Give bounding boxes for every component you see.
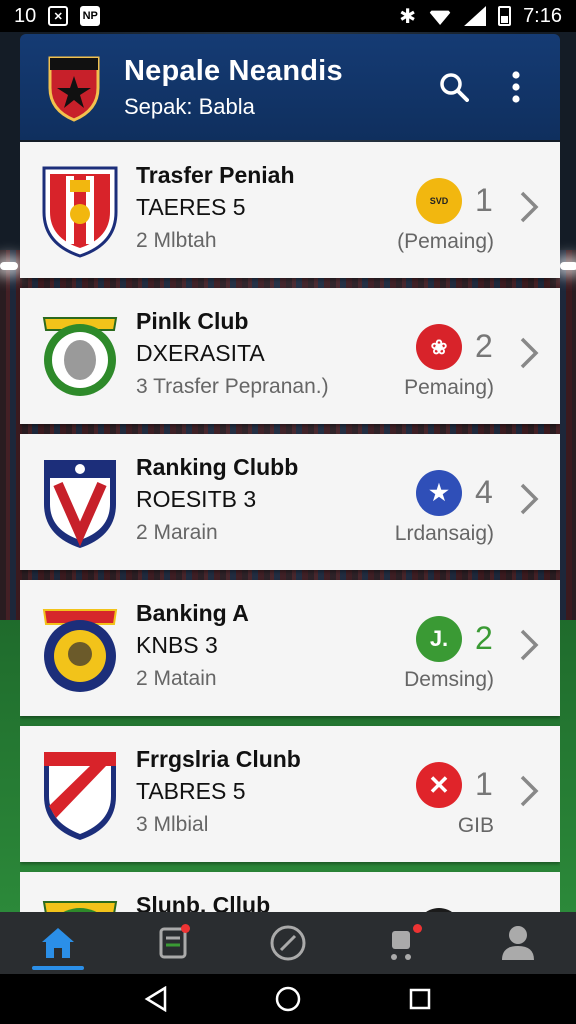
np-notification-icon: NP: [80, 6, 101, 26]
home-system-button[interactable]: [268, 979, 308, 1019]
club-meta: 3 Mlbial: [136, 813, 209, 836]
club-name: Banking A: [136, 600, 249, 626]
runner-badge-icon: ★: [416, 470, 462, 516]
club-detail: DXERASITA: [136, 340, 265, 366]
club-meta: 2 Marain: [136, 521, 218, 544]
app-title: Nepale Neandis: [124, 54, 343, 87]
app-subtitle: Sepak: Babla: [124, 93, 255, 119]
club-count: 2: [475, 620, 493, 656]
list-item[interactable]: Ranking Clubb ROESITB 3 2 Marain ★ 4 Lrd…: [20, 434, 560, 570]
list-item[interactable]: Slunb, Cllub: [20, 872, 560, 912]
club-meta: 2 Mlbtah: [136, 229, 217, 252]
chevron-right-icon: [520, 191, 539, 223]
club-crest-blue-icon: [44, 460, 116, 548]
bottom-navigation: [0, 912, 576, 974]
back-button[interactable]: [136, 979, 176, 1019]
club-state: (Pemaing): [397, 230, 494, 253]
club-crest-stripes-icon: [44, 752, 116, 840]
more-vert-icon: [512, 71, 520, 103]
chevron-right-icon: [520, 629, 539, 661]
club-crest-green-icon: [42, 317, 118, 396]
club-detail: TAERES 5: [136, 194, 246, 220]
status-badge-icon: ❀: [416, 324, 462, 370]
list-item[interactable]: Pinlk Club DXERASITA 3 Trasfer Pepranan.…: [20, 288, 560, 424]
search-button[interactable]: [434, 67, 474, 107]
match-ball-icon: [270, 925, 306, 961]
club-meta: 2 Matain: [136, 667, 217, 690]
image-notification-icon: ✕: [48, 6, 69, 26]
club-state: GIB: [457, 814, 494, 837]
nav-matches[interactable]: [248, 912, 328, 974]
close-badge-icon: ✕: [416, 762, 462, 808]
nav-transfers[interactable]: [133, 912, 213, 974]
club-detail: TABRES 5: [136, 778, 246, 804]
search-icon: [440, 73, 469, 102]
club-state: Pemaing): [404, 376, 494, 399]
recents-button[interactable]: [400, 979, 440, 1019]
club-crest-gold-icon: [42, 609, 118, 692]
chevron-right-icon: [520, 337, 539, 369]
club-name: Frrgslria Clunb: [136, 746, 301, 772]
nav-notifications[interactable]: [363, 912, 443, 974]
signal-icon: [464, 6, 487, 26]
nav-home[interactable]: [18, 912, 98, 974]
more-options-button[interactable]: [496, 67, 536, 107]
list-item[interactable]: Frrgslria Clunb TABRES 5 3 Mlbial ✕ 1 GI…: [20, 726, 560, 862]
notification-dot: [180, 924, 190, 933]
status-badge-icon: J.: [416, 616, 462, 662]
club-crest-green-icon: [42, 901, 118, 912]
floodlight: [560, 262, 576, 270]
club-state: Demsing): [404, 668, 494, 691]
club-count: 1: [475, 182, 493, 218]
club-crest-star-icon: [48, 56, 100, 122]
bluetooth-icon: ✱: [399, 5, 417, 28]
system-navigation: [0, 974, 576, 1024]
nav-profile[interactable]: [478, 912, 558, 974]
club-detail: ROESITB 3: [136, 486, 257, 512]
club-meta: 3 Trasfer Pepranan.): [136, 375, 329, 398]
back-icon: [144, 986, 167, 1012]
wifi-icon: [428, 7, 452, 25]
list-item[interactable]: Trasfer Peniah TAERES 5 2 Mlbtah SVD 1 (…: [20, 142, 560, 278]
status-number: 10: [14, 4, 37, 27]
club-count: 1: [475, 766, 493, 802]
club-list: Trasfer Peniah TAERES 5 2 Mlbtah SVD 1 (…: [20, 142, 560, 912]
club-detail: KNBS 3: [136, 632, 218, 658]
home-icon: [41, 928, 74, 958]
club-count: 2: [475, 328, 493, 364]
club-crest-red-icon: [42, 166, 118, 258]
status-badge-icon: SVD: [416, 178, 462, 224]
chevron-right-icon: [520, 483, 539, 515]
recents-icon: [409, 988, 431, 1010]
battery-icon: [498, 6, 512, 26]
club-name: Slunb, Cllub: [136, 892, 271, 912]
profile-icon: [502, 926, 535, 960]
floodlight: [0, 262, 18, 270]
club-state: Lrdansaig): [394, 522, 494, 545]
club-name: Trasfer Peniah: [136, 162, 295, 188]
chevron-right-icon: [520, 775, 539, 807]
notification-dot: [413, 924, 423, 933]
list-item[interactable]: Banking A KNBS 3 2 Matain J. 2 Demsing): [20, 580, 560, 716]
status-time: 7:16: [523, 4, 562, 27]
club-name: Pinlk Club: [136, 308, 249, 334]
club-count: 4: [475, 474, 493, 510]
home-circle-icon: [275, 986, 301, 1012]
club-name: Ranking Clubb: [136, 454, 299, 480]
status-bar: 10 ✕ NP ✱ 7:16: [0, 0, 576, 32]
app-header: Nepale Neandis Sepak: Babla: [20, 34, 560, 140]
